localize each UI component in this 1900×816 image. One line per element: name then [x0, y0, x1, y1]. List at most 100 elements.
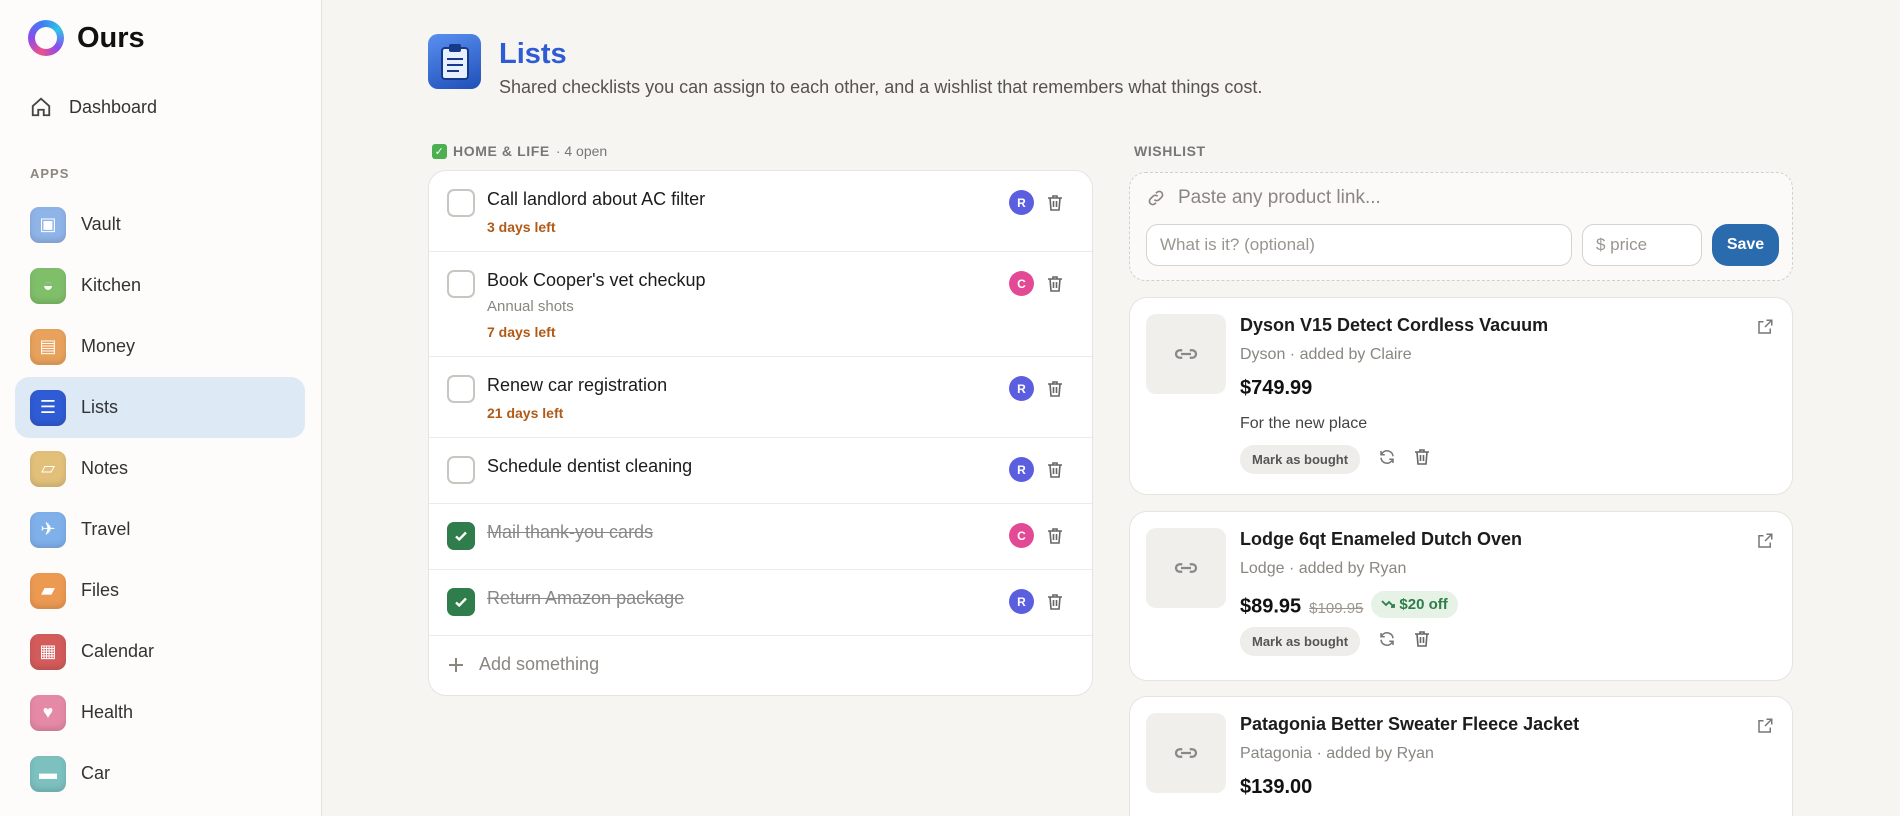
item-title[interactable]: Patagonia Better Sweater Fleece Jacket: [1240, 714, 1579, 735]
todo-title: Schedule dentist cleaning: [487, 456, 693, 476]
link-icon: [1146, 713, 1226, 793]
trash-icon[interactable]: [1047, 275, 1063, 293]
sidebar-item-label: Travel: [81, 519, 131, 539]
current-price: $749.99: [1240, 377, 1313, 399]
note-icon: ▱: [30, 450, 66, 487]
price-field[interactable]: $ price: [1582, 224, 1702, 266]
item-meta: Lodge · added by Ryan: [1240, 560, 1407, 577]
page-header: Lists Shared checklists you can assign t…: [428, 34, 1262, 98]
trash-icon[interactable]: [1047, 593, 1063, 611]
sidebar-item-calendar[interactable]: ▦ Calendar: [15, 621, 305, 682]
current-price: $89.95: [1240, 595, 1302, 618]
todo-checkbox[interactable]: [447, 189, 475, 217]
todo-checkbox[interactable]: [447, 522, 475, 550]
sidebar-item-vault[interactable]: ▣ Vault: [15, 194, 305, 255]
plane-icon: ✈: [30, 511, 66, 548]
folder-icon: ▰: [30, 572, 66, 609]
section-title: HOME & LIFE: [453, 143, 550, 159]
price-line: $749.99: [1240, 377, 1312, 400]
link-icon: [1146, 314, 1226, 394]
assignee-avatar[interactable]: C: [1009, 523, 1034, 548]
clipboard-icon: ☰: [30, 389, 66, 426]
todo-checkbox[interactable]: [447, 588, 475, 616]
trash-icon[interactable]: [1414, 630, 1430, 653]
add-label: Add something: [479, 654, 600, 674]
app-name: Ours: [77, 21, 145, 54]
discount-label: $20 off: [1399, 596, 1448, 613]
assignee-avatar[interactable]: R: [1009, 190, 1034, 215]
vault-icon: ▣: [30, 206, 66, 243]
car-icon: ▬: [30, 755, 66, 792]
page-subtitle: Shared checklists you can assign to each…: [499, 77, 1263, 97]
item-meta: Dyson · added by Claire: [1240, 346, 1412, 363]
sidebar-item-label: Calendar: [81, 641, 155, 661]
old-price: $109.95: [1309, 599, 1364, 617]
sidebar-item-kitchen[interactable]: ◒ Kitchen: [15, 255, 305, 316]
external-link-icon[interactable]: [1756, 717, 1774, 740]
todo-item[interactable]: Schedule dentist cleaning R: [429, 438, 1092, 504]
assignee-avatar[interactable]: R: [1009, 376, 1034, 401]
sidebar-item-car[interactable]: ▬ Car: [15, 743, 305, 804]
sidebar-item-money[interactable]: ▤ Money: [15, 316, 305, 377]
item-title[interactable]: Lodge 6qt Enameled Dutch Oven: [1240, 529, 1522, 550]
save-button[interactable]: Save: [1712, 224, 1779, 266]
sidebar-item-label: Notes: [81, 458, 129, 478]
trash-icon[interactable]: [1047, 380, 1063, 398]
due-label: 21 days left: [487, 405, 564, 421]
card-actions: Mark as bought: [1240, 627, 1430, 656]
trash-icon[interactable]: [1047, 527, 1063, 545]
mark-bought-button[interactable]: Mark as bought: [1240, 445, 1361, 474]
sidebar-item-lists[interactable]: ☰ Lists: [15, 377, 305, 438]
wishlist-card[interactable]: Dyson V15 Detect Cordless Vacuum Dyson ·…: [1129, 297, 1793, 495]
todo-checkbox[interactable]: [447, 456, 475, 484]
refresh-icon[interactable]: [1378, 448, 1396, 471]
sidebar-item-notes[interactable]: ▱ Notes: [15, 438, 305, 499]
link-icon: [1146, 528, 1226, 608]
link-placeholder: Paste any product link...: [1178, 187, 1381, 208]
plus-icon: [449, 657, 463, 672]
trash-icon[interactable]: [1047, 461, 1063, 479]
external-link-icon[interactable]: [1756, 318, 1774, 341]
item-note: For the new place: [1240, 415, 1368, 432]
add-todo-button[interactable]: Add something: [447, 654, 599, 675]
todo-item[interactable]: Renew car registration 21 days left R: [429, 357, 1092, 438]
sidebar-nav: ▣ Vault ◒ Kitchen ▤ Money ☰ Lists ▱ Notes ✈ Travel ▰…: [15, 194, 305, 804]
wishlist-card[interactable]: Lodge 6qt Enameled Dutch Oven Lodge · ad…: [1129, 511, 1793, 681]
assignee-avatar[interactable]: R: [1009, 457, 1034, 482]
external-link-icon[interactable]: [1756, 532, 1774, 555]
wishlist-card[interactable]: Patagonia Better Sweater Fleece Jacket P…: [1129, 696, 1793, 816]
sidebar-item-health[interactable]: ♥ Health: [15, 682, 305, 743]
todo-item[interactable]: Return Amazon package R: [429, 570, 1092, 636]
name-field[interactable]: What is it? (optional): [1146, 224, 1572, 266]
mark-bought-button[interactable]: Mark as bought: [1240, 627, 1361, 656]
todo-checkbox[interactable]: [447, 270, 475, 298]
item-title[interactable]: Dyson V15 Detect Cordless Vacuum: [1240, 315, 1548, 336]
assignee-avatar[interactable]: C: [1009, 271, 1034, 296]
sidebar-item-label: Kitchen: [81, 275, 142, 295]
app-logo[interactable]: Ours: [28, 20, 145, 56]
todo-checkbox[interactable]: [447, 375, 475, 403]
trash-icon[interactable]: [1047, 194, 1063, 212]
calendar-icon: ▦: [30, 633, 66, 670]
sidebar-item-label: Files: [81, 580, 120, 600]
page-title: Lists: [499, 38, 567, 70]
sidebar-item-dashboard[interactable]: Dashboard: [30, 96, 157, 118]
sidebar-item-travel[interactable]: ✈ Travel: [15, 499, 305, 560]
todo-title: Return Amazon package: [487, 588, 685, 608]
trash-icon[interactable]: [1414, 448, 1430, 471]
trend-down-icon: [1381, 599, 1396, 608]
item-meta: Patagonia · added by Ryan: [1240, 745, 1434, 762]
sidebar: Ours Dashboard APPS ▣ Vault ◒ Kitchen ▤ Money…: [0, 0, 322, 816]
open-count: · 4 open: [555, 143, 608, 159]
refresh-icon[interactable]: [1378, 630, 1396, 653]
wishlist-section-heading: WISHLIST: [1134, 143, 1206, 159]
todo-item[interactable]: Call landlord about AC filter 3 days left…: [429, 171, 1092, 252]
assignee-avatar[interactable]: R: [1009, 589, 1034, 614]
current-price: $139.00: [1240, 776, 1313, 798]
todo-item[interactable]: Book Cooper's vet checkup Annual shots 7 d…: [429, 252, 1092, 357]
link-input[interactable]: Paste any product link...: [1146, 187, 1381, 209]
clipboard-icon: [428, 34, 481, 89]
todo-item[interactable]: Mail thank-you cards C: [429, 504, 1092, 570]
sidebar-item-files[interactable]: ▰ Files: [15, 560, 305, 621]
todo-title: Mail thank-you cards: [487, 522, 654, 542]
